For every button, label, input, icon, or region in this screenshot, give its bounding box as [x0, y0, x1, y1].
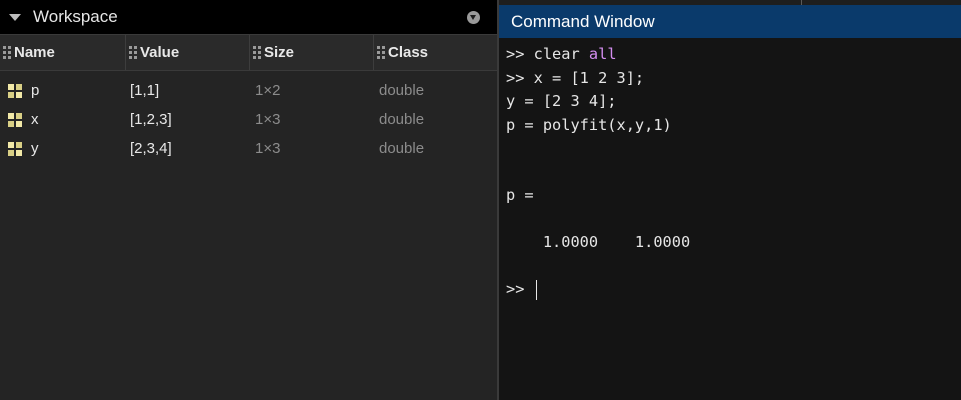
column-label-name: Name — [14, 44, 55, 61]
variable-row-y[interactable]: y [2,3,4] 1×3 double — [0, 134, 497, 163]
strip-divider — [801, 0, 802, 5]
command-line: p = polyfit(x,y,1) — [506, 115, 672, 134]
command-window-title: Command Window — [511, 11, 655, 31]
output-line: p = — [506, 186, 534, 204]
command-window-panel: Command Window >> clear all >> x = [1 2 … — [499, 0, 961, 400]
workspace-titlebar[interactable]: Workspace — [0, 0, 497, 35]
workspace-column-header: Name Value Size Class — [0, 35, 497, 71]
matrix-variable-icon — [8, 141, 22, 156]
column-grip-icon[interactable] — [3, 46, 11, 59]
column-header-class[interactable]: Class — [374, 35, 497, 70]
column-label-value: Value — [140, 44, 180, 61]
matlab-desktop: Workspace Name Value Size Class p [1,1] … — [0, 0, 961, 400]
variable-name-cell: x — [0, 111, 126, 128]
prompt: >> — [506, 280, 534, 298]
variable-row-p[interactable]: p [1,1] 1×2 double — [0, 76, 497, 105]
panel-menu-icon[interactable] — [467, 11, 480, 24]
variable-name: p — [31, 82, 40, 99]
input-line[interactable]: >> — [506, 278, 961, 302]
command-window-body[interactable]: >> clear all >> x = [1 2 3]; y = [2 3 4]… — [499, 38, 961, 302]
variable-class: double — [379, 140, 425, 157]
column-grip-icon[interactable] — [129, 46, 137, 59]
variable-value: [1,2,3] — [130, 111, 172, 128]
variable-name: x — [31, 111, 39, 128]
column-header-name[interactable]: Name — [0, 35, 126, 70]
output-line: 1.0000 1.0000 — [506, 233, 691, 251]
matrix-variable-icon — [8, 83, 22, 98]
text-cursor — [535, 279, 537, 300]
workspace-title: Workspace — [33, 7, 118, 26]
variable-size: 1×3 — [255, 111, 281, 128]
column-header-value[interactable]: Value — [126, 35, 250, 70]
workspace-panel: Workspace Name Value Size Class p [1,1] … — [0, 0, 497, 400]
keyword-text: all — [588, 45, 617, 63]
command-text: clear — [533, 45, 589, 63]
command-window-top-strip — [499, 0, 961, 5]
prompt: >> — [506, 45, 534, 63]
command-line: >> clear all — [506, 43, 961, 67]
variable-row-x[interactable]: x [1,2,3] 1×3 double — [0, 105, 497, 134]
command-line: >> x = [1 2 3]; — [506, 68, 645, 87]
command-line: y = [2 3 4]; — [506, 92, 617, 110]
column-grip-icon[interactable] — [253, 46, 261, 59]
variable-value: [2,3,4] — [130, 140, 172, 157]
command-window-titlebar[interactable]: Command Window — [499, 5, 961, 38]
variable-class: double — [379, 82, 425, 99]
variable-size: 1×3 — [255, 140, 281, 157]
variable-name: y — [31, 140, 39, 157]
matrix-variable-icon — [8, 112, 22, 127]
variable-name-cell: p — [0, 82, 126, 99]
column-label-size: Size — [264, 44, 295, 61]
column-header-size[interactable]: Size — [250, 35, 374, 70]
collapse-arrow-icon[interactable] — [9, 13, 21, 21]
column-label-class: Class — [388, 44, 429, 61]
variable-class: double — [379, 111, 425, 128]
column-grip-icon[interactable] — [377, 46, 385, 59]
variable-size: 1×2 — [255, 82, 281, 99]
variable-name-cell: y — [0, 140, 126, 157]
variable-value: [1,1] — [130, 82, 160, 99]
workspace-variable-list: p [1,1] 1×2 double x [1,2,3] 1×3 double … — [0, 71, 497, 163]
